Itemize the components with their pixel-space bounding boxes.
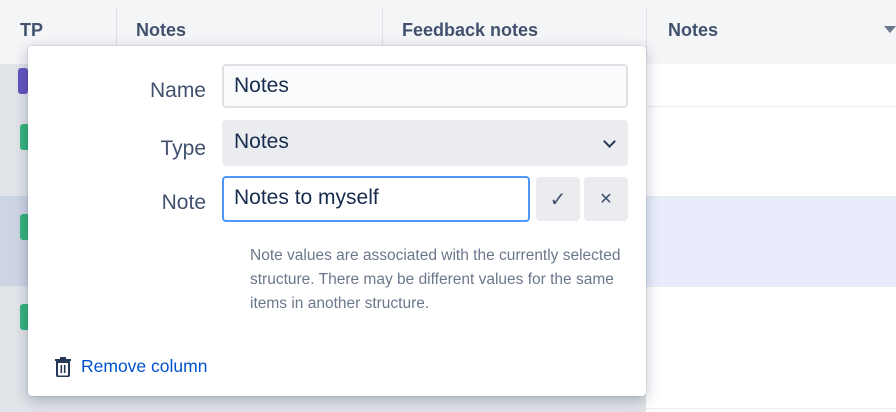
note-label: Note xyxy=(161,191,206,214)
name-field[interactable]: Notes xyxy=(222,64,628,108)
type-label: Type xyxy=(160,137,206,160)
column-settings-popup: Name Notes Type Notes Note Notes to myse… xyxy=(28,46,646,396)
row-divider xyxy=(646,106,896,107)
remove-column-label: Remove column xyxy=(81,356,208,376)
remove-column-button[interactable]: Remove column xyxy=(54,356,207,377)
row-divider xyxy=(646,196,896,197)
column-header-notes-active[interactable]: Notes xyxy=(668,0,896,64)
close-icon: ✕ xyxy=(599,191,613,208)
row-divider xyxy=(646,408,896,409)
type-select[interactable]: Notes xyxy=(222,120,628,166)
confirm-button[interactable]: ✓ xyxy=(536,177,580,221)
checkmark-icon: ✓ xyxy=(549,188,567,211)
name-label: Name xyxy=(149,79,206,102)
column-divider[interactable] xyxy=(646,8,647,56)
row-divider xyxy=(646,286,896,287)
column-header-label: Notes xyxy=(668,20,719,40)
sort-down-icon[interactable] xyxy=(884,26,896,33)
type-select-value: Notes xyxy=(234,130,289,153)
trash-icon xyxy=(55,356,71,377)
help-text: Note values are associated with the curr… xyxy=(250,247,621,312)
cancel-button[interactable]: ✕ xyxy=(584,177,628,221)
status-badge xyxy=(18,68,28,94)
chevron-down-icon xyxy=(603,135,616,148)
note-field[interactable]: Notes to myself xyxy=(222,176,530,222)
